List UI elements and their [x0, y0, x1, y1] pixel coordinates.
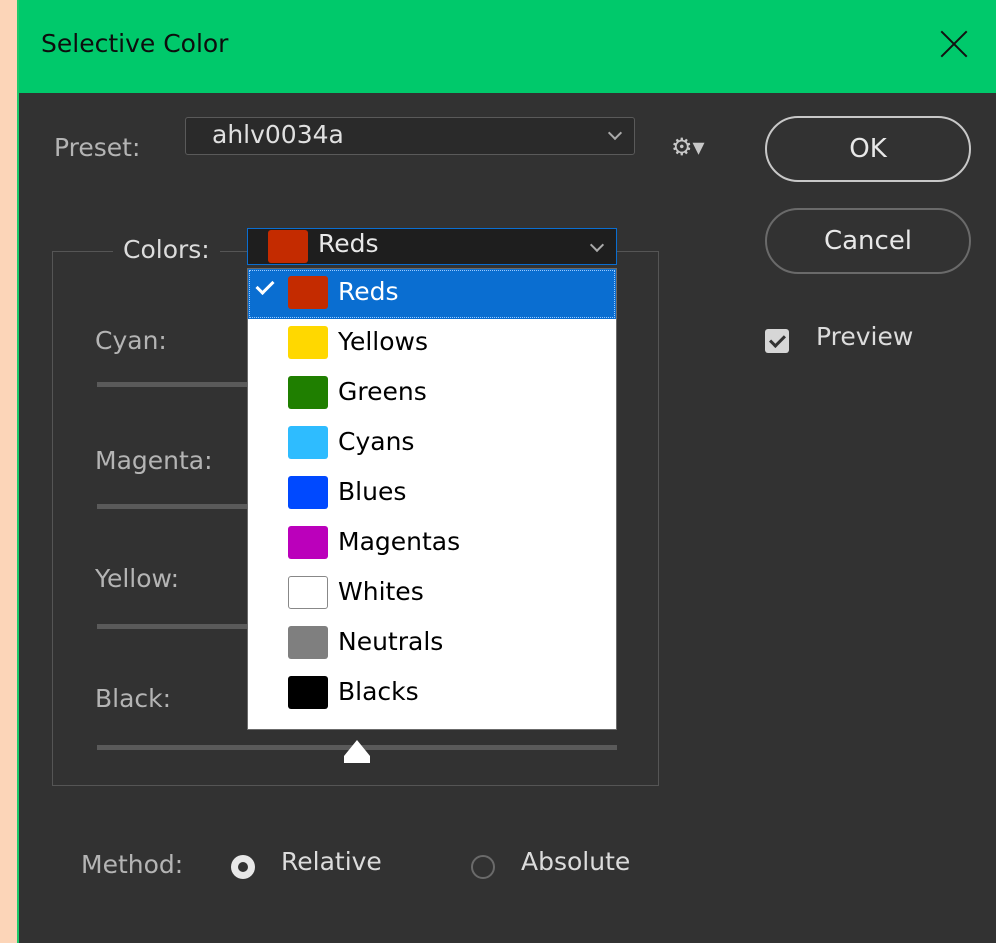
gear-icon[interactable]: ⚙▾: [671, 135, 705, 159]
relative-radio[interactable]: [231, 855, 255, 879]
color-swatch: [288, 626, 328, 659]
color-swatch: [288, 326, 328, 359]
color-swatch: [288, 676, 328, 709]
chevron-down-icon: [607, 125, 623, 141]
absolute-label: Absolute: [521, 847, 631, 876]
dropdown-option-label: Blacks: [338, 677, 419, 706]
dropdown-option-label: Yellows: [338, 327, 428, 356]
black-slider-thumb[interactable]: [344, 740, 370, 763]
preview-label: Preview: [816, 322, 914, 351]
dropdown-option-label: Blues: [338, 477, 407, 506]
checkmark-icon: [255, 275, 275, 296]
dropdown-option-greens[interactable]: Greens: [248, 369, 616, 419]
black-label: Black:: [95, 684, 172, 713]
window-title: Selective Color: [41, 29, 229, 58]
ok-button[interactable]: OK: [765, 116, 971, 182]
colors-dropdown[interactable]: Reds: [247, 228, 617, 265]
dropdown-option-magentas[interactable]: Magentas: [248, 519, 616, 569]
dropdown-option-label: Reds: [338, 277, 399, 306]
close-icon[interactable]: [934, 24, 974, 64]
preset-label: Preset:: [54, 133, 141, 162]
method-label: Method:: [81, 850, 184, 879]
cyan-label: Cyan:: [95, 326, 167, 355]
dropdown-option-whites[interactable]: Whites: [248, 569, 616, 619]
chevron-down-icon: [589, 237, 605, 253]
preset-value: ahlv0034a: [212, 120, 344, 149]
dropdown-option-label: Whites: [338, 577, 424, 606]
magenta-label: Magenta:: [95, 446, 213, 475]
selected-color-swatch: [268, 230, 308, 263]
color-swatch: [288, 376, 328, 409]
yellow-label: Yellow:: [95, 564, 180, 593]
dropdown-option-label: Magentas: [338, 527, 461, 556]
colors-selected-value: Reds: [318, 229, 379, 258]
colors-dropdown-list: Reds Yellows Greens Cyans Blues Magentas White…: [247, 268, 617, 730]
dropdown-option-cyans[interactable]: Cyans: [248, 419, 616, 469]
dropdown-option-reds[interactable]: Reds: [248, 269, 616, 319]
selective-color-dialog: Selective Color Preset: ahlv0034a ⚙▾ OK …: [17, 0, 996, 943]
dropdown-option-blacks[interactable]: Blacks: [248, 669, 616, 719]
dropdown-option-label: Neutrals: [338, 627, 444, 656]
dropdown-option-yellows[interactable]: Yellows: [248, 319, 616, 369]
color-swatch: [288, 276, 328, 309]
color-swatch: [288, 476, 328, 509]
colors-label: Colors:: [113, 235, 220, 264]
dropdown-option-neutrals[interactable]: Neutrals: [248, 619, 616, 669]
color-swatch: [288, 576, 328, 609]
dropdown-option-label: Greens: [338, 377, 427, 406]
color-swatch: [288, 526, 328, 559]
cancel-button[interactable]: Cancel: [765, 208, 971, 274]
dropdown-option-blues[interactable]: Blues: [248, 469, 616, 519]
relative-label: Relative: [281, 847, 382, 876]
preset-dropdown[interactable]: ahlv0034a: [185, 117, 635, 155]
absolute-radio[interactable]: [471, 855, 495, 879]
color-swatch: [288, 426, 328, 459]
preview-checkbox[interactable]: [765, 329, 789, 353]
title-bar: Selective Color: [19, 0, 996, 93]
dropdown-option-label: Cyans: [338, 427, 415, 456]
